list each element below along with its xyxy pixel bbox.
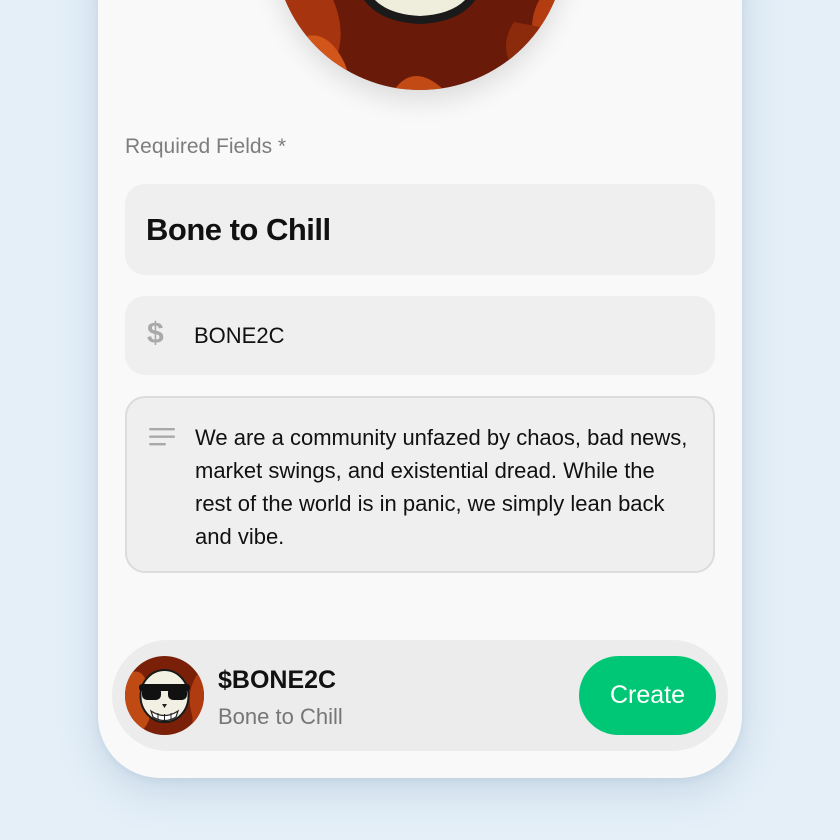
- create-button[interactable]: Create: [579, 656, 716, 735]
- token-summary-bar: $BONE2C Bone to Chill Create: [112, 640, 728, 751]
- dollar-icon: $: [147, 317, 164, 350]
- ticker-value[interactable]: BONE2C: [194, 323, 284, 349]
- lines-icon: [149, 428, 175, 446]
- token-name-value[interactable]: Bone to Chill: [146, 212, 331, 248]
- summary-name: Bone to Chill: [218, 704, 343, 729]
- token-avatar: [125, 656, 204, 735]
- summary-ticker: $BONE2C: [218, 666, 337, 694]
- description-field[interactable]: We are a community unfazed by chaos, bad…: [125, 396, 715, 573]
- required-fields-label: Required Fields *: [125, 135, 287, 158]
- token-name-field[interactable]: Bone to Chill: [125, 184, 715, 275]
- description-value[interactable]: We are a community unfazed by chaos, bad…: [195, 421, 695, 553]
- ticker-field[interactable]: $ BONE2C: [125, 296, 715, 375]
